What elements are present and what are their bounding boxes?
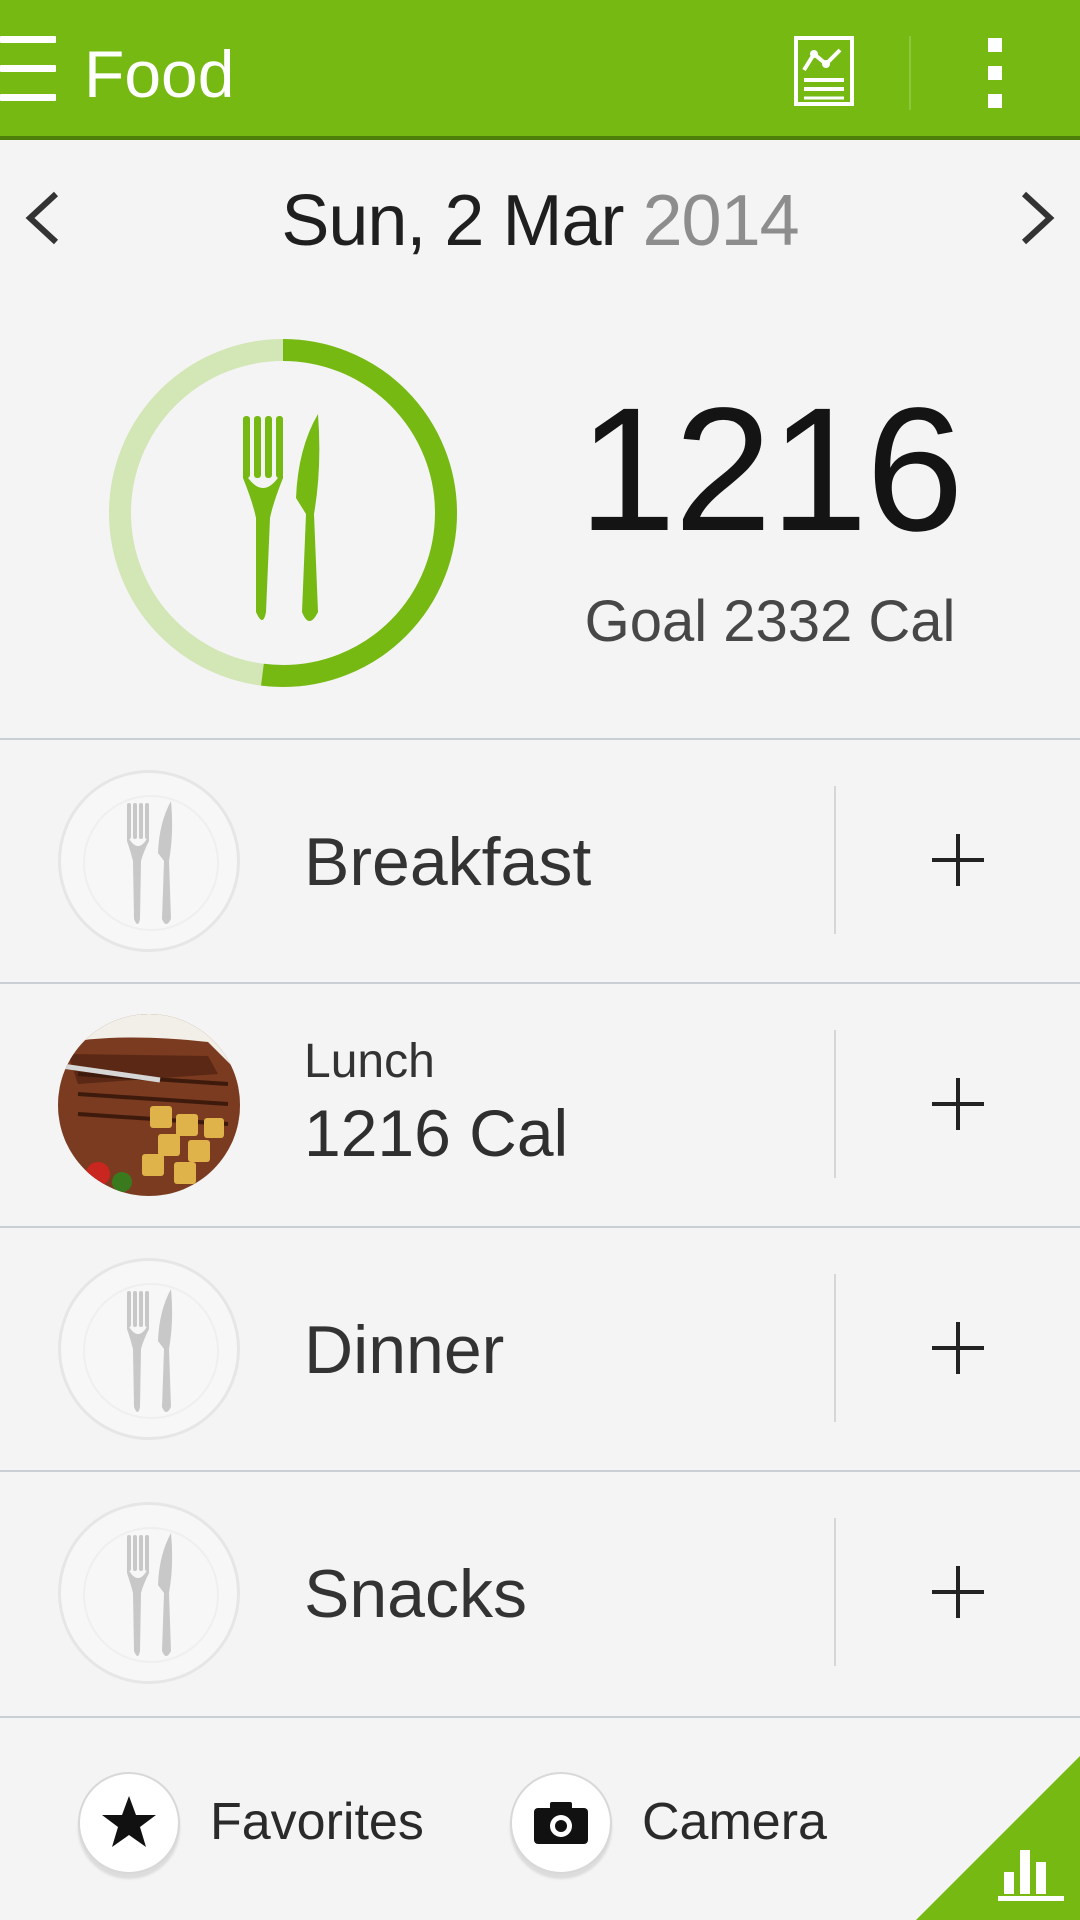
calories-consumed: 1216: [578, 372, 964, 568]
bar-chart-icon: [998, 1850, 1064, 1901]
meal-row-snacks[interactable]: Snacks: [0, 1470, 1080, 1718]
favorites-label[interactable]: Favorites: [210, 1790, 424, 1854]
add-breakfast-button[interactable]: [900, 792, 1016, 928]
fork-knife-icon: [58, 1502, 240, 1684]
meal-label: Snacks: [304, 1556, 527, 1632]
lunch-photo-thumbnail: [58, 1014, 240, 1196]
action-bar: Food: [0, 0, 1080, 140]
row-divider: [834, 1274, 836, 1422]
row-divider: [834, 1030, 836, 1178]
calorie-goal: Goal 2332 Cal: [584, 589, 956, 654]
fork-knife-icon: [243, 414, 320, 621]
camera-icon: [534, 1802, 588, 1844]
meal-label: Lunch: [304, 1035, 435, 1088]
bottom-bar: Favorites Camera: [0, 1724, 1080, 1920]
row-divider: [834, 1518, 836, 1666]
action-bar-divider: [909, 36, 911, 110]
camera-label[interactable]: Camera: [642, 1790, 827, 1854]
fork-knife-icon: [58, 1258, 240, 1440]
chevron-right-icon[interactable]: [1012, 188, 1062, 248]
favorites-button[interactable]: [78, 1772, 180, 1874]
calorie-progress-ring: [108, 338, 458, 688]
fork-knife-icon: [58, 770, 240, 952]
meal-calories: 1216 Cal: [304, 1096, 569, 1170]
camera-button[interactable]: [510, 1772, 612, 1874]
statistics-corner-button[interactable]: [916, 1756, 1080, 1920]
date-navigator: Sun, 2 Mar 2014: [0, 140, 1080, 290]
meal-label: Dinner: [304, 1312, 505, 1388]
meal-list: Breakfast Lunch 1216 Cal Dinner Snacks: [0, 738, 1080, 1718]
meal-row-lunch[interactable]: Lunch 1216 Cal: [0, 982, 1080, 1226]
add-dinner-button[interactable]: [900, 1280, 1016, 1416]
row-divider: [834, 786, 836, 934]
meal-row-dinner[interactable]: Dinner: [0, 1226, 1080, 1470]
current-date: Sun, 2 Mar 2014: [0, 178, 1080, 264]
meal-label: Breakfast: [304, 824, 592, 900]
chart-report-icon[interactable]: [794, 36, 854, 106]
add-snacks-button[interactable]: [900, 1524, 1016, 1660]
date-day: Sun, 2 Mar: [281, 181, 624, 261]
add-lunch-button[interactable]: [900, 1036, 1016, 1172]
menu-icon[interactable]: [0, 36, 56, 102]
app-title: Food: [84, 37, 235, 111]
meal-row-breakfast[interactable]: Breakfast: [0, 738, 1080, 982]
date-year: 2014: [642, 181, 800, 261]
star-icon: [102, 1796, 156, 1847]
more-options-icon[interactable]: [978, 34, 1014, 110]
